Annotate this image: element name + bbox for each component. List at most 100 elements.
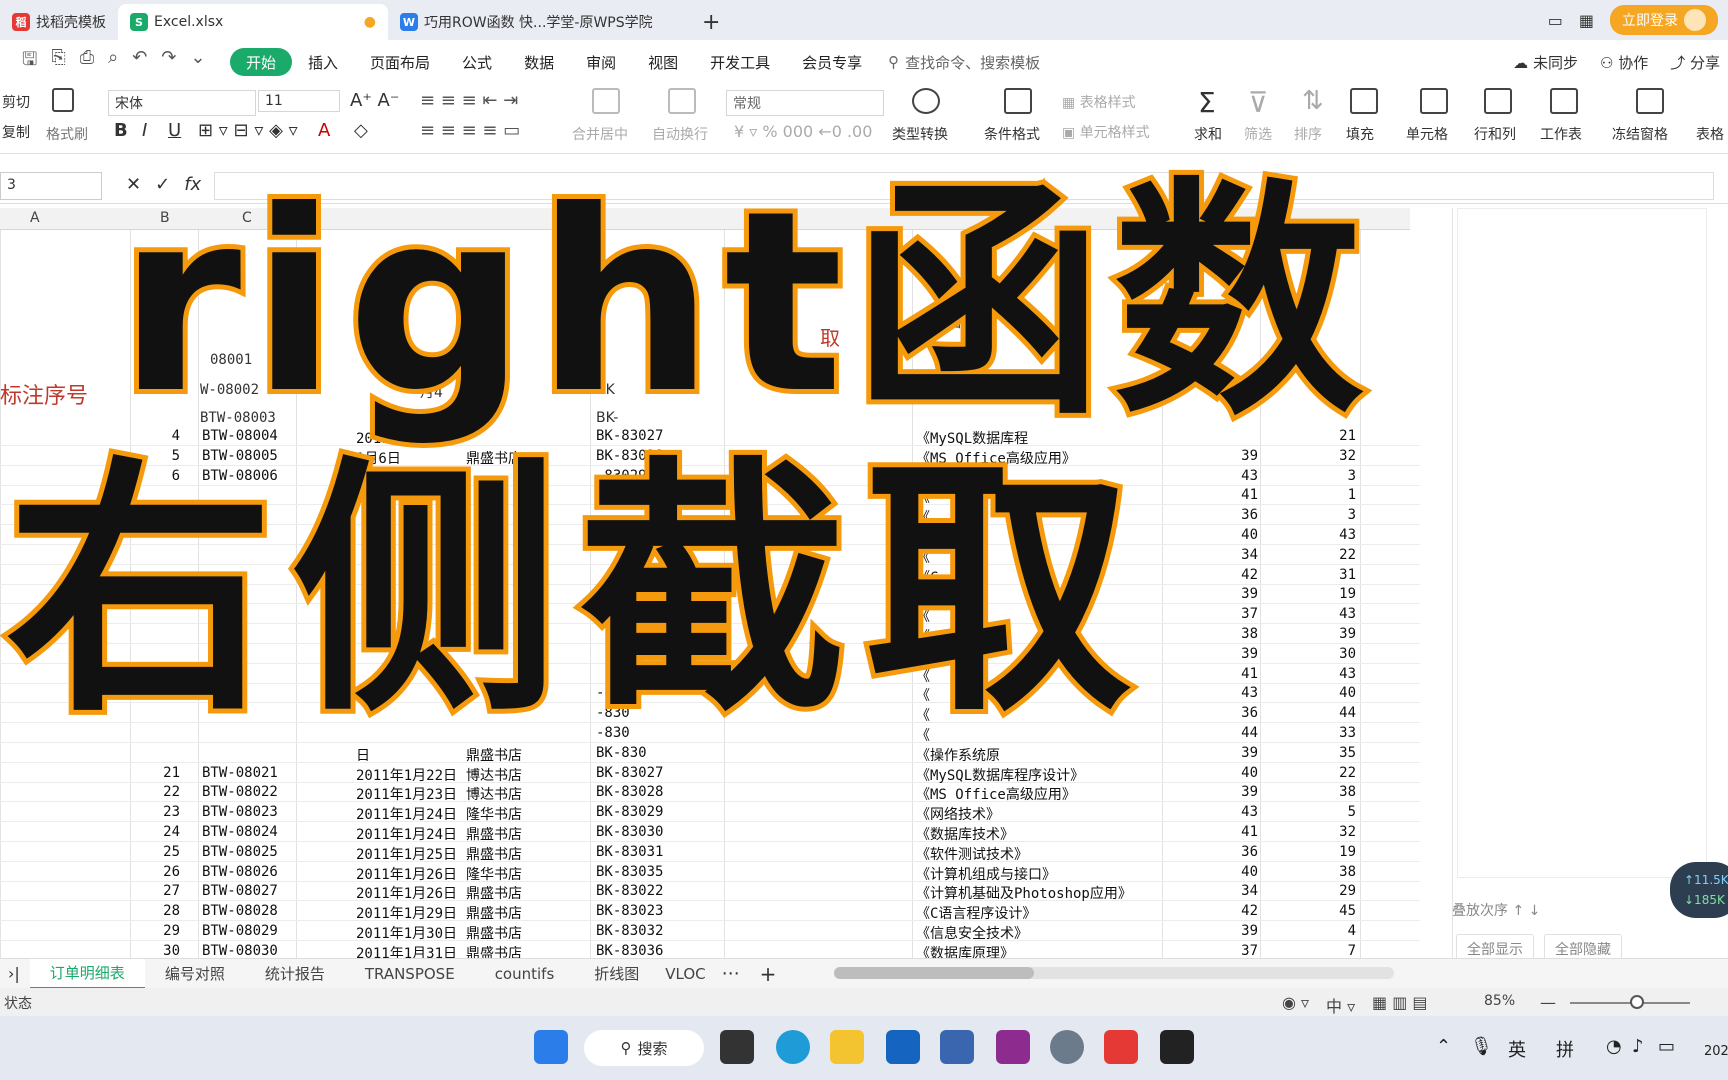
underline-icon[interactable]: U [168,120,181,141]
task-view-icon[interactable] [720,1030,754,1064]
chinese-mode-icon[interactable]: 中 ▿ [1326,993,1355,1017]
object-list[interactable] [1457,208,1707,878]
apps-grid-icon[interactable]: ▦ [1579,11,1594,30]
login-button[interactable]: 立即登录 [1610,5,1718,35]
table-tools-button[interactable]: 表格 [1696,124,1724,144]
copy-button[interactable]: 复制 [2,122,30,142]
edge-browser-icon[interactable] [776,1030,810,1064]
zoom-level[interactable]: 85% [1484,993,1515,1009]
store-icon[interactable] [940,1030,974,1064]
battery-icon[interactable]: ▭ [1658,1036,1675,1057]
wps-office-icon[interactable] [1104,1030,1138,1064]
horizontal-scrollbar[interactable] [834,967,1394,979]
table-row[interactable]: 28 BTW-08028 2011年1月29日 鼎盛书店 BK-83023 《C语言程序设… [0,901,1420,922]
wrap-text-button[interactable]: 自动换行 [652,124,708,144]
table-row[interactable]: 23 BTW-08023 2011年1月24日 隆华书店 BK-83029 《网络技术》 4… [0,802,1420,823]
preview-icon[interactable]: ⌕ [108,47,118,77]
move-down-icon[interactable]: ↓ [1529,903,1541,919]
redo-icon[interactable]: ↷ [161,47,176,77]
more-sheets-icon[interactable]: ⋯ [712,963,750,984]
sum-button[interactable]: 求和 [1194,124,1222,144]
command-search[interactable]: ⚲ 查找命令、搜索模板 [888,52,1040,73]
new-tab-plus-icon[interactable]: + [688,4,734,40]
eye-protect-icon[interactable]: ◉ ▿ [1282,993,1309,1012]
menu-formulas[interactable]: 公式 [446,48,508,76]
name-box[interactable]: 3 [0,172,102,200]
window-layout-icon[interactable]: ▭ [1548,11,1563,30]
table-row[interactable]: 29 BTW-08029 2011年1月30日 鼎盛书店 BK-83032 《信息安全技术… [0,921,1420,942]
font-name-select[interactable]: 宋体 [108,90,256,116]
table-row[interactable]: 22 BTW-08022 2011年1月23日 博达书店 BK-83028 《MS Off… [0,782,1420,803]
border-icon[interactable]: ⊞ ▿ ⊟ ▿ ◈ ▿ [198,120,298,141]
ime-pinyin[interactable]: 拼 [1556,1036,1574,1062]
worksheet-button[interactable]: 工作表 [1540,124,1582,144]
menu-insert[interactable]: 插入 [292,48,354,76]
collab-button[interactable]: ⚇ 协作 [1600,52,1648,73]
table-row[interactable]: 21 BTW-08021 2011年1月22日 博达书店 BK-83027 《MySQL数… [0,763,1420,784]
app-l-icon[interactable] [886,1030,920,1064]
cell-button[interactable]: 单元格 [1406,124,1448,144]
save-icon[interactable]: 🖫 [22,47,37,77]
menu-developer[interactable]: 开发工具 [694,48,786,76]
volume-icon[interactable]: ♪ [1632,1036,1644,1057]
filter-button[interactable]: 筛选 [1244,124,1272,144]
cond-format-button[interactable]: 条件格式 [984,124,1040,144]
format-painter-button[interactable]: 格式刷 [46,124,88,144]
sheet-tab-countifs[interactable]: countifs [475,959,575,989]
microphone-icon[interactable]: 🎙 [1470,1036,1493,1057]
align-left-icon[interactable]: ≡ ≡ ≡ ≡ ▭ [420,120,520,141]
file-explorer-icon[interactable] [830,1030,864,1064]
print-icon[interactable]: ⎙ [80,47,94,77]
tab-docer-templates[interactable]: 稻 找稻壳模板 [0,4,118,40]
wifi-icon[interactable]: ◔ [1606,1036,1622,1057]
recorder-icon[interactable] [1160,1030,1194,1064]
tray-chevron-up-icon[interactable]: ⌃ [1436,1036,1451,1057]
bold-icon[interactable]: B [114,120,128,141]
share-button[interactable]: ⤴ 分享 [1670,52,1720,73]
tab-wps-academy[interactable]: W 巧用ROW函数 快...学堂-原WPS学院 [388,4,688,40]
chevron-down-icon[interactable]: ⌄ [190,47,205,77]
normal-view-icon[interactable]: ▦ ▥ ▤ [1372,993,1428,1012]
table-row[interactable]: 27 BTW-08027 2011年1月26日 鼎盛书店 BK-83022 《计算机基础及… [0,881,1420,902]
add-sheet-icon[interactable]: + [750,962,787,986]
cell-style-button[interactable]: ▣ 单元格样式 [1062,122,1150,142]
clear-icon[interactable]: ◇ [354,120,368,141]
currency-percent-icon[interactable]: ¥ ▿ % 000 ←0 .00 [734,122,872,141]
menu-member[interactable]: 会员专享 [786,48,878,76]
undo-icon[interactable]: ↶ [132,47,147,77]
menu-home[interactable]: 开始 [230,48,293,76]
last-sheet-icon[interactable]: ›| [0,964,30,983]
move-up-icon[interactable]: ↑ [1512,903,1524,919]
column-a[interactable]: A [30,210,40,226]
number-format-select[interactable]: 常规 [726,90,884,116]
fill-button[interactable]: 填充 [1346,124,1374,144]
sheet-tab-line-chart[interactable]: 折线图 [574,959,659,989]
sheet-tab-orders[interactable]: 订单明细表 [29,958,145,989]
font-grow-icon[interactable]: A⁺ A⁻ [350,90,399,111]
cut-button[interactable]: 剪切 [2,92,30,112]
zoom-out-icon[interactable]: — [1540,993,1556,1012]
taskbar-search[interactable]: ⚲ 搜索 [584,1030,704,1066]
sheet-tab-stats[interactable]: 统计报告 [245,959,345,989]
merge-center-button[interactable]: 合并居中 [572,124,628,144]
table-row[interactable]: 26 BTW-08026 2011年1月26日 隆华书店 BK-83035 《计算机组成与… [0,862,1420,883]
menu-data[interactable]: 数据 [508,48,570,76]
archive-icon[interactable] [996,1030,1030,1064]
sync-status[interactable]: ☁ 未同步 [1513,52,1578,73]
sheet-tab-transpose[interactable]: TRANSPOSE [345,959,475,989]
tab-excel-file[interactable]: S Excel.xlsx ● [118,4,388,40]
font-color-icon[interactable]: A [318,120,330,141]
settings-gear-icon[interactable] [1050,1030,1084,1064]
font-size-select[interactable]: 11 [258,90,340,112]
sort-button[interactable]: 排序 [1294,124,1322,144]
table-style-button[interactable]: ▦ 表格样式 [1062,92,1136,112]
ime-english[interactable]: 英 [1508,1036,1526,1062]
align-top-icon[interactable]: ≡ ≡ ≡ ⇤ ⇥ [420,90,518,111]
menu-review[interactable]: 审阅 [570,48,632,76]
freeze-button[interactable]: 冻结窗格 [1612,124,1668,144]
table-row[interactable]: 24 BTW-08024 2011年1月24日 鼎盛书店 BK-83030 《数据库技术》… [0,822,1420,843]
type-convert-button[interactable]: 类型转换 [892,124,948,144]
scroll-thumb[interactable] [834,967,1034,979]
table-row[interactable]: 25 BTW-08025 2011年1月25日 鼎盛书店 BK-83031 《软件测试技术… [0,842,1420,863]
menu-view[interactable]: 视图 [632,48,694,76]
